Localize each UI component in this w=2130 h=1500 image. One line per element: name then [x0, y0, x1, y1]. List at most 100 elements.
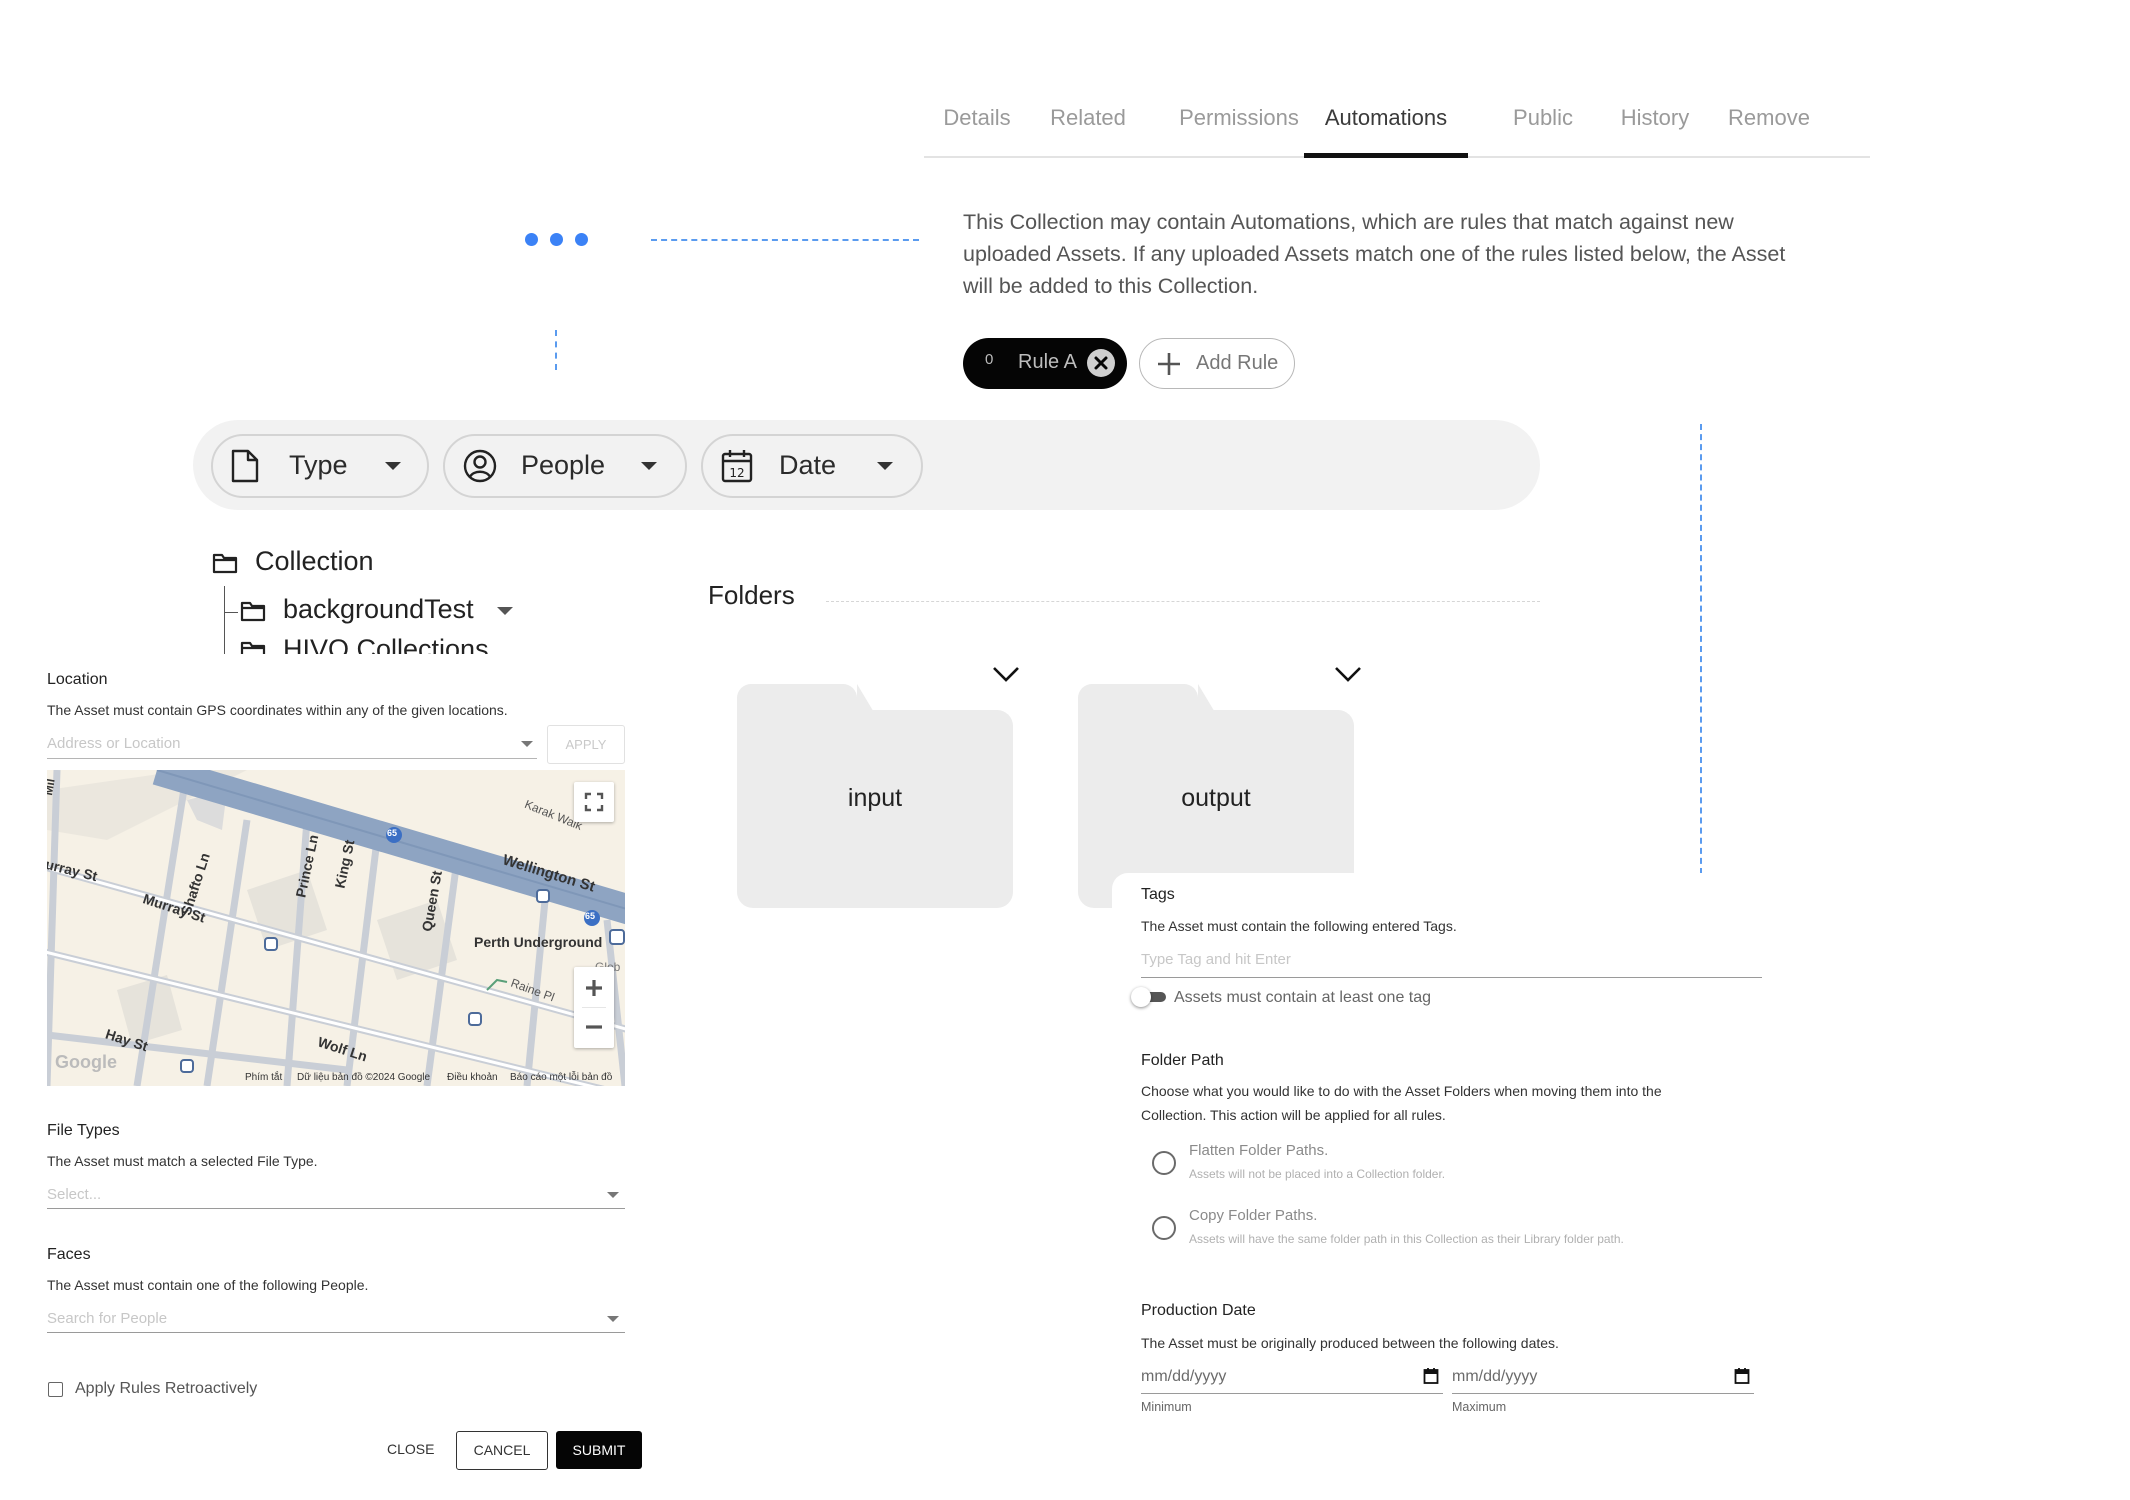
folder-icon: [240, 598, 266, 629]
tree-item-label: HIVO Collections: [283, 634, 489, 654]
faces-select[interactable]: [47, 1332, 625, 1333]
tags-input[interactable]: [1141, 977, 1762, 978]
calendar-day-number: 12: [729, 466, 744, 480]
people-filter-button[interactable]: People: [443, 434, 687, 498]
tree-item-label: backgroundTest: [283, 594, 474, 624]
production-date-title: Production Date: [1141, 1302, 1256, 1319]
folders-title: Folders: [708, 580, 795, 610]
chevron-down-icon[interactable]: [521, 741, 533, 747]
tree-clip: HIVO Collections: [200, 630, 700, 654]
chevron-down-icon: [877, 462, 893, 470]
folder-card-input[interactable]: input: [737, 684, 1013, 908]
faces-subtitle: The Asset must contain one of the follow…: [47, 1277, 369, 1293]
apply-location-button[interactable]: APPLY: [547, 725, 625, 764]
chevron-down-icon[interactable]: [607, 1192, 619, 1198]
map-route-marker: 65: [585, 911, 596, 921]
folder-icon: [212, 550, 238, 581]
map-shortcuts-link[interactable]: Phím tắt: [245, 1072, 282, 1083]
zoom-controls: [574, 967, 614, 1048]
connector-line: [651, 239, 919, 241]
add-rule-button[interactable]: Add Rule: [1139, 338, 1295, 389]
tags-subtitle: The Asset must contain the following ent…: [1141, 918, 1457, 934]
map-report-link[interactable]: Báo cáo một lỗi bản đồ: [510, 1072, 612, 1083]
folder-name: input: [847, 784, 903, 812]
loading-dot: [550, 233, 563, 246]
tab-remove[interactable]: Remove: [1712, 96, 1826, 156]
tags-input-placeholder: Type Tag and hit Enter: [1141, 951, 1291, 968]
connector-line: [555, 330, 557, 370]
file-types-subtitle: The Asset must match a selected File Typ…: [47, 1153, 318, 1169]
close-button[interactable]: CLOSE: [387, 1441, 434, 1457]
chevron-down-icon[interactable]: [992, 666, 1020, 684]
fullscreen-icon[interactable]: [574, 782, 614, 822]
loading-dot: [525, 233, 538, 246]
calendar-icon: 12: [721, 449, 753, 488]
map-route-marker: 65: [387, 828, 398, 838]
location-input-placeholder: Address or Location: [47, 735, 181, 752]
tab-public[interactable]: Public: [1498, 96, 1588, 156]
min-date-caption: Minimum: [1141, 1400, 1192, 1414]
location-subtitle: The Asset must contain GPS coordinates w…: [47, 702, 508, 718]
folder-icon: [240, 638, 266, 654]
min-date-input-value: mm/dd/yyyy: [1141, 1368, 1227, 1385]
tab-permissions[interactable]: Permissions: [1164, 96, 1314, 156]
map-footer: Phím tắt Dữ liệu bản đồ ©2024 Google Điề…: [47, 1070, 625, 1086]
tab-related[interactable]: Related: [1042, 96, 1134, 156]
copy-folder-desc: Assets will have the same folder path in…: [1189, 1232, 1624, 1246]
folder-path-title: Folder Path: [1141, 1052, 1224, 1069]
close-circle-icon[interactable]: [1087, 349, 1115, 377]
map-label: Perth Underground: [474, 934, 603, 950]
folder-path-subtitle: Collection. This action will be applied …: [1141, 1107, 1446, 1123]
chevron-down-icon: [641, 462, 657, 470]
calendar-icon[interactable]: [1734, 1367, 1750, 1385]
loading-dot: [575, 233, 588, 246]
connector-line: [1700, 424, 1702, 874]
type-filter-button[interactable]: Type: [211, 434, 429, 498]
flatten-folder-desc: Assets will not be placed into a Collect…: [1189, 1167, 1446, 1181]
location-map[interactable]: Karak Walk Wellington St Murray St urray…: [47, 770, 625, 1086]
plus-icon: [1156, 351, 1182, 382]
flatten-folder-title: Flatten Folder Paths.: [1189, 1142, 1329, 1159]
tags-title: Tags: [1141, 886, 1175, 903]
faces-placeholder: Search for People: [47, 1310, 168, 1327]
tab-bar: Details Related Permissions Automations …: [924, 96, 1870, 158]
faces-title: Faces: [47, 1246, 91, 1263]
rule-label: Rule A: [1018, 351, 1077, 373]
copy-folder-radio[interactable]: [1152, 1216, 1176, 1240]
tree-item-label: Collection: [255, 546, 374, 576]
zoom-in-icon[interactable]: [586, 980, 602, 996]
file-types-select[interactable]: [47, 1208, 625, 1209]
chevron-down-icon[interactable]: [497, 607, 513, 615]
max-date-input[interactable]: [1452, 1393, 1754, 1394]
rule-chip[interactable]: 0 Rule A: [963, 338, 1127, 389]
automations-description: This Collection may contain Automations,…: [963, 210, 1786, 298]
retro-checkbox[interactable]: [48, 1382, 63, 1397]
folder-name: output: [1181, 784, 1251, 812]
cancel-button[interactable]: CANCEL: [456, 1431, 548, 1470]
tab-history[interactable]: History: [1600, 96, 1710, 156]
location-input[interactable]: [47, 758, 537, 759]
file-types-title: File Types: [47, 1122, 120, 1139]
copy-folder-title: Copy Folder Paths.: [1189, 1207, 1318, 1224]
folders-divider: [826, 601, 1540, 602]
people-filter-label: People: [521, 450, 606, 480]
person-circle-icon: [463, 449, 497, 488]
map-terms-link[interactable]: Điều khoản: [447, 1072, 498, 1083]
flatten-folder-radio[interactable]: [1152, 1151, 1176, 1175]
calendar-icon[interactable]: [1423, 1367, 1439, 1385]
add-rule-label: Add Rule: [1196, 352, 1279, 374]
tab-automations[interactable]: Automations: [1304, 96, 1468, 158]
chevron-down-icon[interactable]: [607, 1316, 619, 1322]
production-date-subtitle: The Asset must be originally produced be…: [1141, 1335, 1559, 1351]
folder-path-subtitle: Choose what you would like to do with th…: [1141, 1083, 1662, 1099]
map-data-attribution: Dữ liệu bản đồ ©2024 Google: [297, 1072, 431, 1083]
type-filter-label: Type: [289, 450, 348, 480]
submit-button[interactable]: SUBMIT: [556, 1431, 642, 1469]
tab-details[interactable]: Details: [934, 96, 1020, 156]
file-icon: [231, 449, 259, 488]
one-tag-toggle[interactable]: [1131, 987, 1151, 1007]
date-filter-button[interactable]: 12 Date: [701, 434, 923, 498]
chevron-down-icon[interactable]: [1334, 666, 1362, 684]
date-filter-label: Date: [779, 450, 837, 480]
min-date-input[interactable]: [1141, 1393, 1443, 1394]
